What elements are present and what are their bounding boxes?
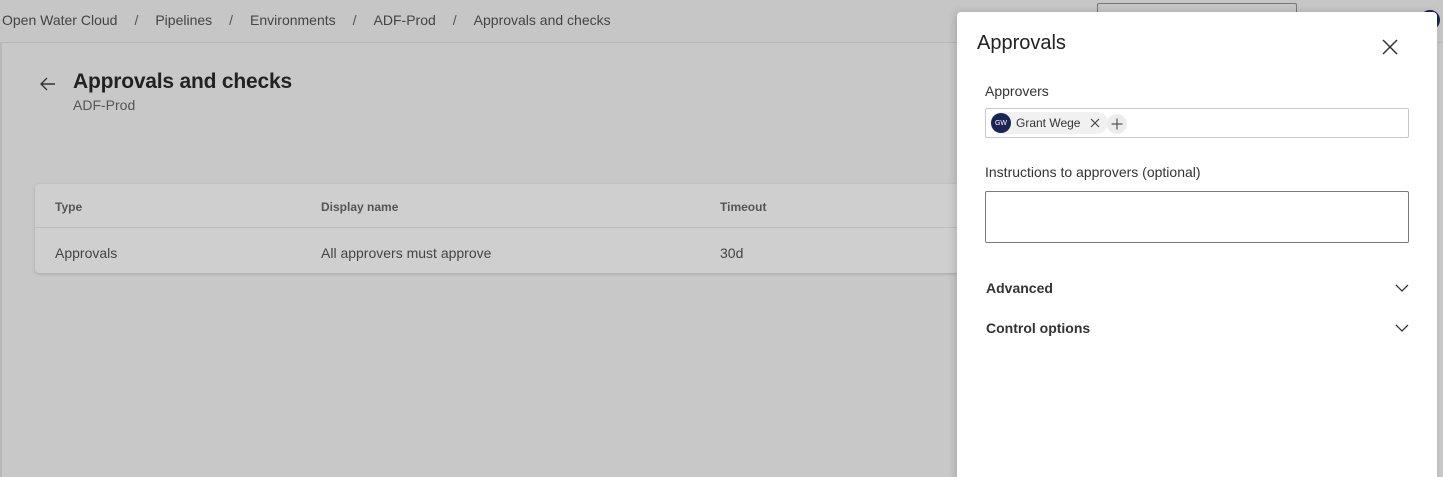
breadcrumb: Open Water Cloud / Pipelines / Environme… — [2, 12, 611, 28]
add-icon[interactable] — [1107, 114, 1127, 134]
chevron-down-icon — [1395, 324, 1409, 332]
breadcrumb-item-pipelines[interactable]: Pipelines — [155, 12, 212, 28]
page-title: Approvals and checks — [73, 70, 292, 93]
breadcrumb-separator: / — [229, 12, 234, 28]
column-header-display-name: Display name — [321, 200, 399, 214]
approvers-label: Approvers — [985, 83, 1049, 99]
instructions-label: Instructions to approvers (optional) — [985, 164, 1201, 180]
cell-display-name: All approvers must approve — [321, 245, 492, 261]
column-header-timeout: Timeout — [720, 200, 767, 214]
cell-timeout: 30d — [720, 245, 744, 261]
section-control-options[interactable]: Control options — [985, 318, 1409, 340]
panel-title: Approvals — [977, 32, 1066, 54]
close-icon[interactable] — [1379, 36, 1401, 58]
chevron-down-icon — [1395, 284, 1409, 292]
section-advanced[interactable]: Advanced — [985, 278, 1409, 300]
section-control-options-label: Control options — [986, 320, 1091, 336]
breadcrumb-separator: / — [134, 12, 139, 28]
approver-name: Grant Wege — [1016, 116, 1081, 130]
breadcrumb-item-environment[interactable]: ADF-Prod — [374, 12, 436, 28]
page-subtitle: ADF-Prod — [73, 97, 136, 113]
breadcrumb-item-current[interactable]: Approvals and checks — [474, 12, 611, 28]
breadcrumb-item-environments[interactable]: Environments — [250, 12, 336, 28]
column-header-type: Type — [55, 200, 83, 214]
section-advanced-label: Advanced — [986, 280, 1053, 296]
breadcrumb-separator: / — [452, 12, 457, 28]
left-edge-divider — [0, 43, 2, 477]
arrow-left-icon[interactable] — [38, 74, 58, 94]
approvers-picker[interactable]: GW Grant Wege — [985, 108, 1409, 138]
approvals-panel: Approvals Approvers GW Grant Wege Instru… — [957, 12, 1437, 477]
cell-type: Approvals — [55, 245, 118, 261]
remove-icon[interactable] — [1088, 116, 1102, 130]
breadcrumb-separator: / — [352, 12, 357, 28]
checks-table: Type Display name Timeout Approvals All … — [35, 184, 975, 273]
table-header: Type Display name Timeout — [35, 184, 975, 228]
instructions-textarea[interactable] — [985, 191, 1409, 243]
breadcrumb-item-organization[interactable]: Open Water Cloud — [2, 12, 117, 28]
approver-avatar: GW — [991, 113, 1011, 133]
approver-chip[interactable]: GW Grant Wege — [990, 112, 1109, 134]
